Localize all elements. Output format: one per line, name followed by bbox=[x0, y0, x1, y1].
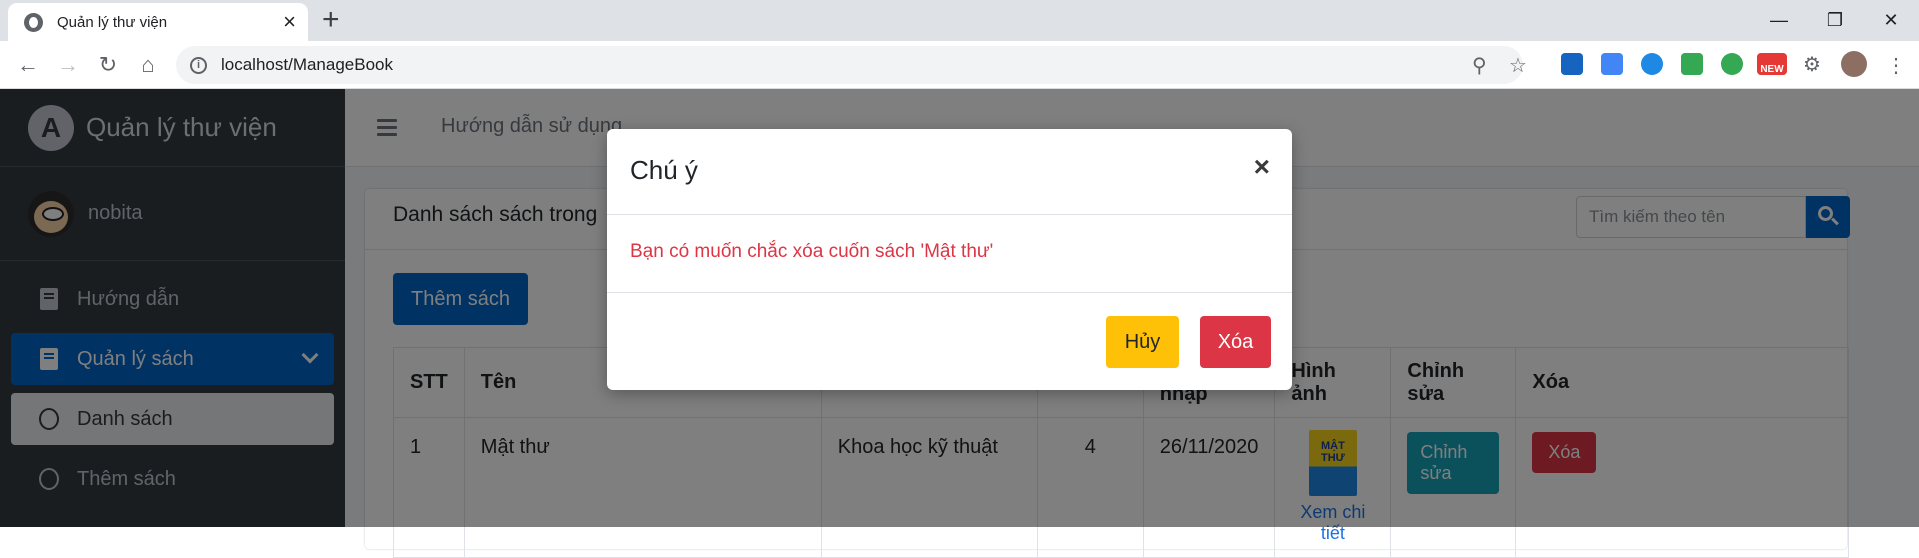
minimize-icon[interactable]: — bbox=[1751, 0, 1807, 41]
extensions-puzzle-icon[interactable]: ⚙ bbox=[1801, 53, 1823, 76]
check-extension-icon[interactable] bbox=[1721, 53, 1743, 75]
site-info-icon[interactable]: i bbox=[190, 56, 207, 74]
zoom-icon[interactable]: ⚲ bbox=[1472, 46, 1487, 84]
translate-icon[interactable] bbox=[1601, 53, 1623, 75]
modal-body: Bạn có muốn chắc xóa cuốn sách 'Mật thư' bbox=[607, 215, 1292, 293]
address-bar[interactable]: i localhost/ManageBook ⚲ ☆ bbox=[176, 46, 1527, 84]
shield-extension-icon[interactable] bbox=[1681, 53, 1703, 75]
tab-title: Quản lý thư viện bbox=[57, 13, 168, 31]
reload-icon[interactable]: ↻ bbox=[92, 49, 124, 81]
globe-icon bbox=[24, 12, 43, 32]
profile-avatar[interactable] bbox=[1841, 51, 1867, 77]
bookmark-star-icon[interactable]: ☆ bbox=[1509, 46, 1527, 84]
modal-footer: Hủy Xóa bbox=[607, 293, 1292, 390]
browser-menu-icon[interactable]: ⋮ bbox=[1880, 49, 1912, 81]
modal-header: Chú ý × bbox=[607, 129, 1292, 215]
new-tab-button[interactable]: + bbox=[322, 4, 340, 36]
browser-tabstrip: Quản lý thư viện × + — ❐ ✕ bbox=[0, 0, 1919, 41]
extension-j-icon[interactable] bbox=[1561, 53, 1583, 75]
modal-message: Bạn có muốn chắc xóa cuốn sách 'Mật thư' bbox=[630, 241, 994, 262]
restore-icon[interactable]: ❐ bbox=[1807, 0, 1863, 41]
browser-toolbar: ← → ↻ ⌂ i localhost/ManageBook ⚲ ☆ NEW ⚙… bbox=[0, 41, 1919, 89]
forward-icon[interactable]: → bbox=[52, 49, 84, 81]
window-close-icon[interactable]: ✕ bbox=[1863, 0, 1919, 41]
close-icon[interactable]: × bbox=[1254, 153, 1270, 181]
confirm-delete-button[interactable]: Xóa bbox=[1200, 316, 1271, 368]
ext-badge-text: NEW bbox=[1760, 64, 1784, 75]
cancel-button[interactable]: Hủy bbox=[1106, 316, 1179, 368]
droplet-extension-icon[interactable] bbox=[1641, 53, 1663, 75]
url-text: localhost/ManageBook bbox=[221, 55, 394, 74]
confirm-delete-modal: Chú ý × Bạn có muốn chắc xóa cuốn sách '… bbox=[607, 129, 1292, 390]
browser-tab[interactable]: Quản lý thư viện × bbox=[8, 3, 308, 41]
modal-title: Chú ý bbox=[630, 155, 698, 185]
tab-close-icon[interactable]: × bbox=[283, 11, 296, 33]
back-icon[interactable]: ← bbox=[12, 49, 44, 81]
home-icon[interactable]: ⌂ bbox=[132, 49, 164, 81]
new-badge-extension-icon[interactable]: NEW bbox=[1757, 53, 1787, 75]
